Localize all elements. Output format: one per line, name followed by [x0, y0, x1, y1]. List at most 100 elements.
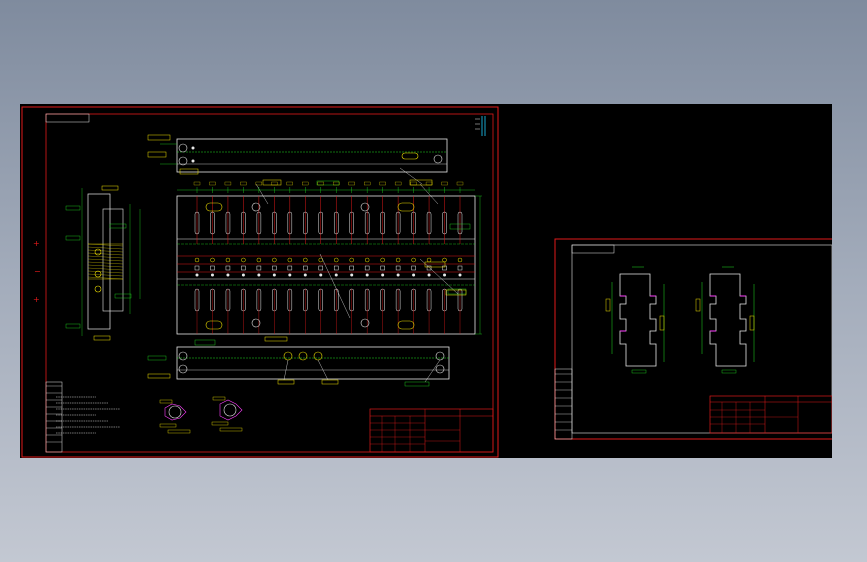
top-plate-hole-icon: [178, 143, 188, 153]
pin-hole-icon: [303, 257, 308, 263]
pin-hole-icon: [411, 257, 416, 263]
dimension-label-box: [333, 181, 340, 186]
top-dimension-ticks: [193, 181, 464, 193]
sheet-1-inner-frame: [45, 113, 494, 453]
pin-dot-icon: [334, 273, 338, 277]
dimension-label-box: [364, 181, 371, 186]
side-mark-plus-top: +: [33, 239, 40, 248]
main-plate-slot-icon: [205, 320, 223, 330]
dimension-label-box: [379, 181, 386, 186]
pin-hole-icon: [210, 257, 215, 263]
title-block[interactable]: [369, 408, 494, 453]
pin-square-icon: [287, 265, 293, 271]
cad-viewport[interactable]: + − +: [20, 104, 832, 458]
pin-square-icon: [364, 265, 370, 271]
side-section-bolt-icon: [94, 270, 102, 278]
profile-detail-a[interactable]: [605, 266, 665, 374]
sheet-2[interactable]: [554, 238, 832, 440]
pin-hole-icon: [364, 257, 370, 263]
side-section-bolt-icon: [94, 285, 102, 293]
main-plate-bolt-icon: [360, 318, 370, 328]
main-plate[interactable]: [176, 179, 482, 335]
pin-square-icon: [272, 265, 277, 271]
pin-hole-icon: [380, 257, 385, 263]
sheet-1-label-box: [45, 113, 90, 123]
dimension-label-box: [224, 181, 232, 186]
dimension-label-box: [348, 181, 355, 186]
pin-dot-icon: [381, 273, 385, 277]
pin-square-icon: [318, 265, 324, 271]
dimension-label-box: [425, 181, 433, 186]
pin-square-icon: [303, 265, 308, 271]
sheet-2-outer-frame: [554, 238, 832, 440]
top-right-marks: [475, 116, 486, 136]
bottom-plate-hole-icon: [435, 364, 445, 374]
hatch-line: [87, 258, 124, 262]
pin-dot-icon: [195, 273, 199, 277]
pin-hole-icon: [256, 257, 262, 263]
bottom-plate-hole-icon: [178, 351, 188, 361]
bottom-plate-hole-icon: [178, 364, 188, 374]
hatch-line: [87, 243, 124, 247]
pin-columns: [194, 196, 463, 334]
pin-square-icon: [241, 265, 246, 271]
pin-hole-icon: [333, 257, 339, 263]
bottom-plate-bolt-icon: [313, 351, 323, 361]
pin-dot-icon: [350, 273, 354, 277]
side-section-hatch: [87, 243, 124, 280]
pin-square-icon: [457, 265, 463, 271]
main-plate-slot-icon: [397, 320, 415, 330]
pin-square-icon: [333, 265, 339, 271]
pin-dot-icon: [303, 273, 307, 277]
dimension-label-box: [302, 181, 309, 186]
hatch-line: [87, 255, 124, 259]
main-plate-slot-icon: [205, 202, 223, 212]
profile-detail-b[interactable]: [695, 266, 755, 374]
detail-view-a[interactable]: [159, 399, 191, 434]
sheet-2-label-box: [571, 244, 615, 254]
pin-square-icon: [395, 265, 401, 271]
hatch-line: [87, 264, 124, 268]
pin-hole-icon: [287, 257, 293, 263]
cad-drawing-canvas[interactable]: + − +: [20, 104, 832, 458]
hatch-line: [87, 270, 124, 274]
technical-notes: [45, 381, 120, 453]
pin-dot-icon: [427, 273, 431, 277]
title-block-2-outline: [709, 395, 832, 434]
top-plate[interactable]: [147, 134, 448, 185]
sheet-1-outer-frame: [21, 106, 499, 458]
main-plate-slot-icon: [397, 202, 415, 212]
detail-view-b[interactable]: [211, 396, 243, 432]
pin-hole-icon: [395, 257, 401, 263]
side-section-view[interactable]: [65, 185, 141, 341]
pin-square-icon: [194, 265, 200, 271]
sheet-1[interactable]: + − +: [21, 106, 499, 458]
top-plate-pin-icon: [191, 159, 195, 163]
pin-dot-icon: [241, 273, 245, 277]
dimension-label-box: [209, 181, 216, 186]
bottom-plate-bolt-icon: [298, 351, 308, 361]
bottom-plate-bolt-icon: [283, 351, 293, 361]
dimension-label-box: [441, 181, 448, 186]
pin-hole-icon: [457, 257, 463, 263]
revision-column-outline: [554, 368, 573, 440]
pin-dot-icon: [319, 273, 323, 277]
top-plate-hole-icon: [433, 154, 443, 164]
top-plate-slot-icon: [401, 152, 419, 160]
bottom-plate-hole-icon: [435, 351, 445, 361]
side-mark-minus: −: [34, 267, 41, 276]
pin-dot-icon: [365, 273, 369, 277]
dimension-label-box: [240, 181, 247, 186]
pin-dot-icon: [458, 273, 462, 277]
top-plate-outline: [176, 138, 448, 173]
pin-dot-icon: [443, 273, 447, 277]
pin-dot-icon: [226, 273, 230, 277]
pin-dot-icon: [288, 273, 292, 277]
pin-hole-icon: [272, 257, 277, 263]
pin-dot-icon: [396, 273, 400, 277]
bottom-plate[interactable]: [147, 336, 450, 387]
pin-square-icon: [380, 265, 385, 271]
dimension-label-box: [271, 181, 278, 186]
title-block-2[interactable]: [709, 395, 832, 434]
hatch-line: [87, 246, 124, 250]
